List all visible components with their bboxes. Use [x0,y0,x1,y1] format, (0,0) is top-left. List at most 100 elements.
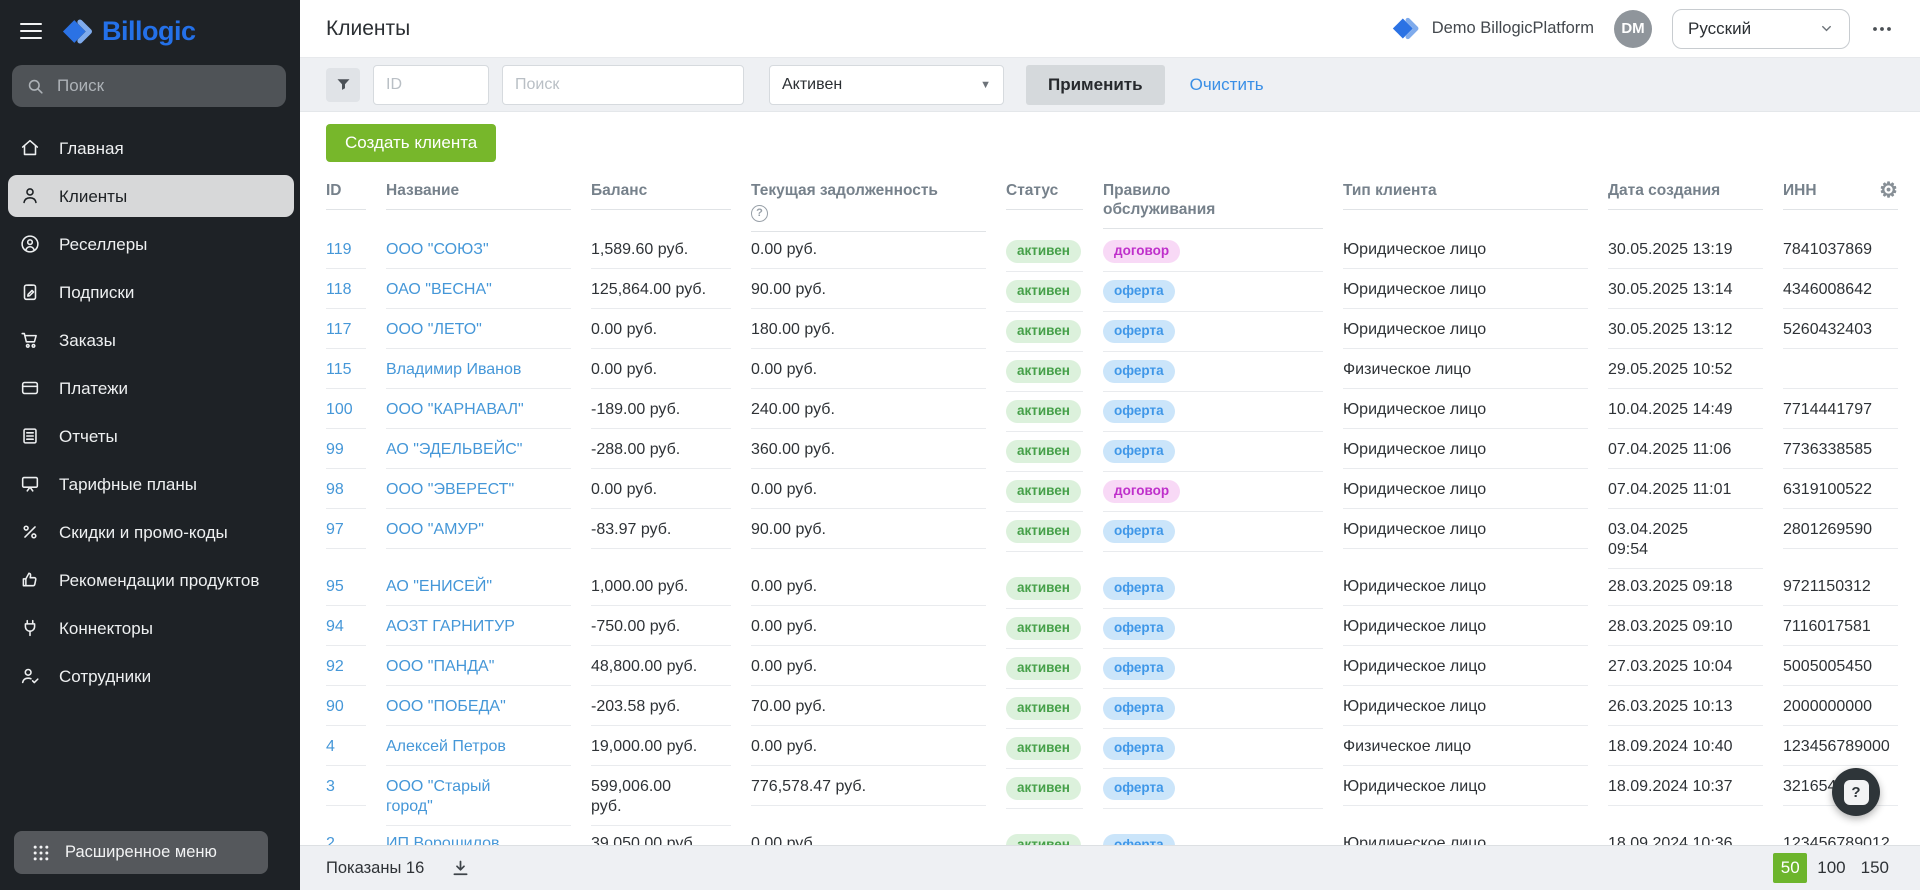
page-size-option-100[interactable]: 100 [1812,853,1850,883]
column-header-created[interactable]: Дата создания [1608,169,1763,210]
client-id-link[interactable]: 4 [326,729,366,766]
sidebar-item-clients[interactable]: Клиенты [8,175,294,217]
help-fab-button[interactable]: ? [1832,768,1880,816]
logo-text: Billogic [102,16,196,47]
client-id-link[interactable]: 117 [326,312,366,349]
expanded-menu-label: Расширенное меню [65,843,217,862]
client-name-link[interactable]: АОЗТ ГАРНИТУР [386,609,571,646]
language-select[interactable]: Русский [1672,9,1850,49]
rule-header-label: Правило обслуживания [1103,181,1228,219]
more-menu-button[interactable] [1870,17,1894,41]
column-header-debt[interactable]: Текущая задолженность ? [751,169,986,232]
column-header-status[interactable]: Статус [1006,169,1083,210]
sidebar-item-resellers[interactable]: Реселлеры [0,221,300,267]
service-rule-badge: оферта [1103,657,1175,680]
status-filter-value: Активен [782,76,842,94]
page-title: Клиенты [326,17,410,41]
client-name-link[interactable]: ООО "СОЮЗ" [386,232,571,269]
create-client-button[interactable]: Создать клиента [326,124,496,162]
column-header-id[interactable]: ID [326,169,366,210]
page-size-option-50[interactable]: 50 [1773,853,1807,883]
client-id-link[interactable]: 115 [326,352,366,389]
percent-icon [18,520,42,544]
download-button[interactable] [450,858,471,879]
rule-cell: договор [1103,232,1323,272]
status-badge: активен [1006,737,1081,760]
rule-cell: оферта [1103,689,1323,729]
service-rule-badge: договор [1103,240,1180,263]
sidebar-item-label: Скидки и промо-коды [59,522,228,543]
client-name-link[interactable]: ООО "АМУР" [386,512,571,549]
workspace-label: Demo BillogicPlatform [1432,19,1594,38]
gear-icon[interactable]: ⚙ [1879,181,1898,200]
id-filter-input[interactable] [373,65,489,105]
sidebar-item-home[interactable]: Главная [0,125,300,171]
search-filter-input[interactable] [502,65,744,105]
client-name-link[interactable]: Алексей Петров [386,729,571,766]
table-row: 4Алексей Петров19,000.00 руб.0.00 руб.ак… [300,729,1920,769]
sidebar-item-payments[interactable]: Платежи [0,365,300,411]
status-cell: активен [1006,232,1083,272]
client-name-link[interactable]: ООО "ЛЕТО" [386,312,571,349]
sidebar-item-reports[interactable]: Отчеты [0,413,300,459]
client-name-link[interactable]: ООО "КАРНАВАЛ" [386,392,571,429]
client-id-link[interactable]: 92 [326,649,366,686]
client-id-link[interactable]: 98 [326,472,366,509]
client-type-cell: Юридическое лицо [1343,432,1588,469]
sidebar-item-subscriptions[interactable]: Подписки [0,269,300,315]
column-header-rule[interactable]: Правило обслуживания [1103,169,1323,229]
client-name-link[interactable]: АО "ЭДЕЛЬВЕЙС" [386,432,571,469]
clients-table: ID Название Баланс Текущая задолженность… [300,169,1920,845]
page-size-option-150[interactable]: 150 [1856,853,1894,883]
filter-button[interactable] [326,68,360,102]
client-name-link[interactable]: Владимир Иванов [386,352,571,389]
client-name-link[interactable]: АО "ЕНИСЕЙ" [386,569,571,606]
debt-cell: 0.00 руб. [751,569,986,606]
clear-link[interactable]: Очистить [1190,75,1264,95]
client-name-link[interactable]: ООО "ПОБЕДА" [386,689,571,726]
column-header-type[interactable]: Тип клиента [1343,169,1588,210]
column-header-balance[interactable]: Баланс [591,169,731,210]
client-name-link[interactable]: ООО "Старый город" [386,769,571,826]
client-id-link[interactable]: 99 [326,432,366,469]
avatar[interactable]: DM [1614,10,1652,48]
sidebar-search-input[interactable]: Поиск [12,65,286,107]
status-cell: активен [1006,689,1083,729]
table-body: 119ООО "СОЮЗ"1,589.60 руб.0.00 руб.актив… [300,232,1920,845]
status-filter-select[interactable]: Активен ▼ [769,65,1004,105]
column-header-inn[interactable]: ИНН ⚙ [1783,169,1898,210]
client-name-link[interactable]: ООО "ПАНДА" [386,649,571,686]
sidebar-item-orders[interactable]: Заказы [0,317,300,363]
table-row: 3ООО "Старый город"599,006.00 руб.776,57… [300,769,1920,826]
sidebar-item-connectors[interactable]: Коннекторы [0,605,300,651]
status-badge: активен [1006,834,1081,845]
client-id-link[interactable]: 2 [326,826,366,845]
client-name-link[interactable]: ООО "ЭВЕРЕСТ" [386,472,571,509]
client-name-link[interactable]: ИП Ворошилов [386,826,571,845]
expanded-menu-button[interactable]: Расширенное меню [14,831,268,874]
client-id-link[interactable]: 3 [326,769,366,806]
client-id-link[interactable]: 119 [326,232,366,269]
client-id-link[interactable]: 97 [326,512,366,549]
inn-cell: 123456789000 [1783,729,1898,766]
client-id-link[interactable]: 118 [326,272,366,309]
client-id-link[interactable]: 90 [326,689,366,726]
topbar-right: Demo BillogicPlatform DM Русский [1392,9,1894,49]
apply-button[interactable]: Применить [1026,65,1165,105]
sidebar-item-recommendations[interactable]: Рекомендации продуктов [0,557,300,603]
sidebar-menu: ГлавнаяКлиентыРеселлерыПодпискиЗаказыПла… [0,125,300,831]
sidebar-item-discounts[interactable]: Скидки и промо-коды [0,509,300,555]
sidebar-item-tariff-plans[interactable]: Тарифные планы [0,461,300,507]
client-type-cell: Юридическое лицо [1343,689,1588,726]
table-row: 95АО "ЕНИСЕЙ"1,000.00 руб.0.00 руб.актив… [300,569,1920,609]
sidebar-item-employees[interactable]: Сотрудники [0,653,300,699]
help-circle-icon[interactable]: ? [751,205,768,222]
column-header-name[interactable]: Название [386,169,571,210]
client-name-link[interactable]: ОАО "ВЕСНА" [386,272,571,309]
client-id-link[interactable]: 94 [326,609,366,646]
debt-cell: 0.00 руб. [751,352,986,389]
hamburger-menu-icon[interactable] [20,23,42,40]
client-id-link[interactable]: 95 [326,569,366,606]
balance-cell: 19,000.00 руб. [591,729,731,766]
client-id-link[interactable]: 100 [326,392,366,429]
